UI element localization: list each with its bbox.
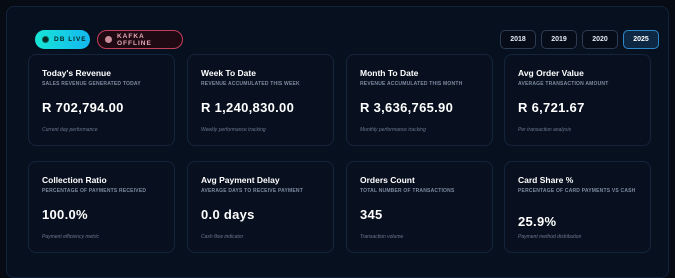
kpi-card-collection-ratio: Collection Ratio PERCENTAGE OF PAYMENTS … <box>28 161 175 253</box>
card-value: R 3,636,765.90 <box>360 100 454 115</box>
card-title: Today's Revenue <box>42 68 111 78</box>
year-selector: 2018 2019 2020 2025 <box>500 30 659 49</box>
card-note: Weekly performance tracking <box>201 127 266 133</box>
card-title: Avg Payment Delay <box>201 175 280 185</box>
kpi-card-week-to-date: Week To Date REVENUE ACCUMULATED THIS WE… <box>187 54 334 146</box>
kpi-card-todays-revenue: Today's Revenue SALES REVENUE GENERATED … <box>28 54 175 146</box>
card-title: Collection Ratio <box>42 175 107 185</box>
card-title: Avg Order Value <box>518 68 584 78</box>
card-note: Payment efficiency metric <box>42 234 99 240</box>
kafka-offline-status-badge: KAFKA OFFLINE <box>97 30 183 49</box>
card-title: Month To Date <box>360 68 419 78</box>
card-value: 345 <box>360 207 383 222</box>
card-subtitle: REVENUE ACCUMULATED THIS MONTH <box>360 81 463 87</box>
card-value: R 1,240,830.00 <box>201 100 295 115</box>
card-value: R 6,721.67 <box>518 100 585 115</box>
card-subtitle: AVERAGE TRANSACTION AMOUNT <box>518 81 609 87</box>
card-title: Orders Count <box>360 175 415 185</box>
card-value: R 702,794.00 <box>42 100 124 115</box>
card-subtitle: AVERAGE DAYS TO RECEIVE PAYMENT <box>201 188 303 194</box>
year-button-2018[interactable]: 2018 <box>500 30 536 49</box>
card-note: Transaction volume <box>360 234 404 240</box>
status-dot-icon <box>42 36 49 43</box>
year-button-2020[interactable]: 2020 <box>582 30 618 49</box>
card-note: Per transaction analysis <box>518 127 572 133</box>
kafka-offline-label: KAFKA OFFLINE <box>116 32 152 47</box>
card-subtitle: REVENUE ACCUMULATED THIS WEEK <box>201 81 300 87</box>
card-value: 0.0 days <box>201 207 255 222</box>
db-live-label: DB LIVE <box>54 36 87 43</box>
card-subtitle: TOTAL NUMBER OF TRANSACTIONS <box>360 188 455 194</box>
year-button-2019[interactable]: 2019 <box>541 30 577 49</box>
card-value: 25.9% <box>518 214 557 229</box>
card-title: Card Share % <box>518 175 574 185</box>
card-note: Monthly performance tracking <box>360 127 426 133</box>
year-button-2025[interactable]: 2025 <box>623 30 659 49</box>
status-dot-icon <box>105 36 112 43</box>
card-subtitle: PERCENTAGE OF CARD PAYMENTS VS CASH <box>518 188 636 194</box>
kpi-card-card-share: Card Share % PERCENTAGE OF CARD PAYMENTS… <box>504 161 651 253</box>
card-note: Cash flow indicator <box>201 234 244 240</box>
kpi-card-avg-payment-delay: Avg Payment Delay AVERAGE DAYS TO RECEIV… <box>187 161 334 253</box>
card-note: Payment method distribution <box>518 234 582 240</box>
card-title: Week To Date <box>201 68 256 78</box>
card-value: 100.0% <box>42 207 88 222</box>
top-bar: DB LIVE KAFKA OFFLINE 2018 2019 2020 202… <box>29 30 659 50</box>
db-live-status-badge: DB LIVE <box>35 30 90 49</box>
card-note: Current day performance <box>42 127 98 133</box>
kpi-card-avg-order-value: Avg Order Value AVERAGE TRANSACTION AMOU… <box>504 54 651 146</box>
kpi-card-month-to-date: Month To Date REVENUE ACCUMULATED THIS M… <box>346 54 493 146</box>
card-subtitle: SALES REVENUE GENERATED TODAY <box>42 81 141 87</box>
card-subtitle: PERCENTAGE OF PAYMENTS RECEIVED <box>42 188 147 194</box>
kpi-card-orders-count: Orders Count TOTAL NUMBER OF TRANSACTION… <box>346 161 493 253</box>
